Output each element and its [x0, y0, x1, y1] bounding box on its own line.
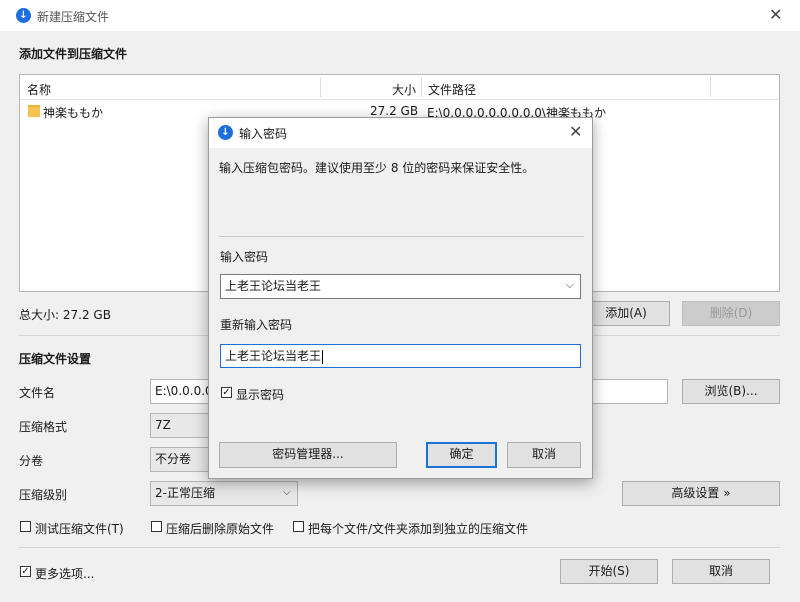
chevron-down-icon[interactable]: ⌵ [566, 275, 574, 297]
column-size[interactable]: 大小 [392, 81, 416, 98]
repeat-password-field[interactable]: 上老王论坛当老王 [220, 344, 581, 368]
delete-button[interactable]: 删除(D) [682, 301, 780, 326]
column-name[interactable]: 名称 [27, 81, 51, 98]
column-divider[interactable] [710, 77, 711, 97]
test-archive-checkbox[interactable] [20, 521, 31, 532]
close-icon[interactable]: ✕ [769, 7, 782, 23]
section-files-title: 添加文件到压缩文件 [19, 47, 128, 61]
browse-button[interactable]: 浏览(B)... [682, 379, 780, 404]
total-size: 总大小: 27.2 GB [19, 308, 111, 322]
divider [219, 236, 584, 237]
repeat-password-value: 上老王论坛当老王 [225, 349, 322, 363]
level-select-value: 2-正常压缩 [155, 486, 215, 500]
close-icon[interactable]: ✕ [569, 124, 582, 140]
checkbox-checked-icon[interactable]: ✓ [221, 387, 232, 398]
password-field[interactable]: 上老王论坛当老王 ⌵ [220, 274, 581, 299]
filename-label: 文件名 [19, 386, 56, 400]
row-name: 神楽ももか [43, 106, 104, 120]
separate-archives-label[interactable]: 把每个文件/文件夹添加到独立的压缩文件 [308, 520, 528, 537]
column-divider[interactable] [320, 77, 321, 97]
dialog-cancel-button[interactable]: 取消 [507, 442, 581, 468]
split-label: 分卷 [19, 454, 44, 468]
chevron-down-icon: ⌵ [283, 487, 291, 498]
dialog-title-bar: ↓ 输入密码 ✕ [209, 118, 592, 148]
file-list-header: 名称 大小 文件路径 [20, 75, 779, 100]
add-button[interactable]: 添加(A) [582, 301, 670, 326]
text-cursor [322, 349, 324, 364]
level-label: 压缩级别 [19, 488, 68, 502]
repeat-password-label: 重新输入密码 [220, 318, 293, 332]
more-options-label[interactable]: 更多选项... [35, 565, 94, 582]
delete-original-checkbox[interactable] [151, 521, 162, 532]
password-value: 上老王论坛当老王 [225, 279, 322, 293]
separate-archives-checkbox[interactable] [293, 521, 304, 532]
column-path[interactable]: 文件路径 [428, 81, 476, 98]
app-logo-icon: ↓ [218, 125, 233, 140]
dialog-description: 输入压缩包密码。建议使用至少 8 位的密码来保证安全性。 [219, 161, 535, 175]
cancel-button[interactable]: 取消 [672, 559, 770, 584]
window-title: 新建压缩文件 [37, 10, 110, 24]
level-select[interactable]: 2-正常压缩 ⌵ [150, 481, 298, 506]
folder-icon [28, 105, 40, 117]
dialog-title: 输入密码 [239, 127, 288, 141]
show-password-label[interactable]: 显示密码 [236, 386, 284, 403]
checkbox-checked-icon[interactable]: ✓ [20, 566, 31, 577]
column-divider[interactable] [421, 77, 422, 97]
title-bar: ↓ 新建压缩文件 ✕ [0, 0, 800, 31]
divider [19, 547, 780, 548]
row-size: 27.2 GB [370, 104, 419, 118]
app-logo-icon: ↓ [16, 8, 31, 23]
format-label: 压缩格式 [19, 420, 68, 434]
advanced-settings-button[interactable]: 高级设置 » [622, 481, 780, 506]
delete-original-label[interactable]: 压缩后删除原始文件 [166, 520, 274, 537]
start-button[interactable]: 开始(S) [560, 559, 658, 584]
test-archive-label[interactable]: 测试压缩文件(T) [35, 520, 124, 537]
ok-button[interactable]: 确定 [426, 442, 497, 468]
settings-title: 压缩文件设置 [19, 352, 92, 366]
password-manager-button[interactable]: 密码管理器... [219, 442, 397, 468]
password-label: 输入密码 [220, 250, 269, 264]
password-dialog: ↓ 输入密码 ✕ 输入压缩包密码。建议使用至少 8 位的密码来保证安全性。 输入… [208, 117, 593, 479]
